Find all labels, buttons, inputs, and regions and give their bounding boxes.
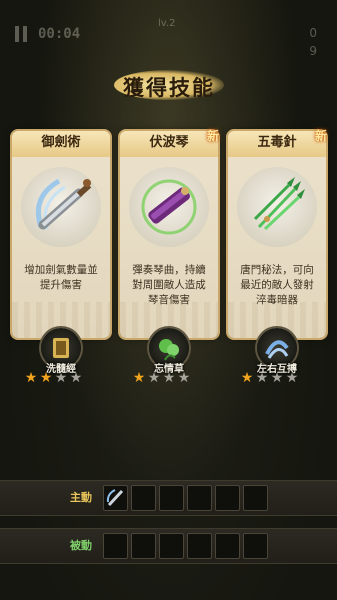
passive-label: 被動 — [70, 539, 92, 552]
skill-card-3[interactable]: 五毒針 ★ ★ ★ ★ 唐門秘法，可向 最近的敵人發射 淬毒暗器 新 — [228, 129, 327, 385]
skill-slot-empty[interactable] — [215, 485, 240, 511]
player-level: lv.2 — [158, 18, 176, 29]
passive-slot-empty[interactable] — [103, 533, 128, 559]
skill-slot-empty[interactable] — [187, 485, 212, 511]
sword-skill-icon — [21, 167, 101, 247]
new-badge: 新 — [206, 129, 219, 143]
skill-card-1[interactable]: 御劍術 ★ ★ ★ ★ 增加劍氣數量並 提升傷害 — [12, 131, 110, 385]
skill-slot-empty[interactable] — [131, 485, 156, 511]
passive-slot-empty[interactable] — [243, 533, 268, 559]
coin-count: 9 — [309, 44, 317, 58]
passive-slots — [103, 533, 268, 559]
passive-skill-bar: 被動 — [0, 528, 337, 564]
zither-skill-icon — [129, 167, 209, 247]
active-slots — [103, 485, 268, 511]
new-badge: 新 — [314, 129, 327, 143]
skill-card-title: 御劍術 — [12, 131, 110, 157]
banner-title: 獲得技能 — [123, 75, 215, 100]
skill-card-2[interactable]: 伏波琴 ★ ★ ★ ★ 彈奏琴曲，持續 對周圍敵人造成 琴音傷害 新 — [120, 129, 219, 385]
kill-count: 0 — [309, 26, 317, 40]
active-label: 主動 — [70, 491, 92, 504]
poison-needle-skill-icon — [237, 167, 317, 247]
relic-label: 忘情草 — [154, 364, 184, 375]
reward-banner: 獲得技能 — [104, 64, 234, 104]
relic-label: 洗髓經 — [46, 364, 76, 375]
skill-slot-empty[interactable] — [159, 485, 184, 511]
skill-description: 增加劍氣數量並 提升傷害 — [24, 264, 98, 291]
game-hud: 00:04 lv.2 0 9 — [0, 0, 337, 60]
passive-slot-empty[interactable] — [215, 533, 240, 559]
passive-slot-empty[interactable] — [131, 533, 156, 559]
passive-slot-empty[interactable] — [159, 533, 184, 559]
skill-slot-empty[interactable] — [243, 485, 268, 511]
active-skill-bar: 主動 — [0, 480, 337, 516]
passive-slot-empty[interactable] — [187, 533, 212, 559]
skill-slot-sword[interactable] — [103, 485, 128, 511]
pause-icon[interactable] — [14, 26, 28, 42]
game-timer: 00:04 — [38, 26, 81, 42]
relic-label: 左右互搏 — [257, 364, 297, 375]
